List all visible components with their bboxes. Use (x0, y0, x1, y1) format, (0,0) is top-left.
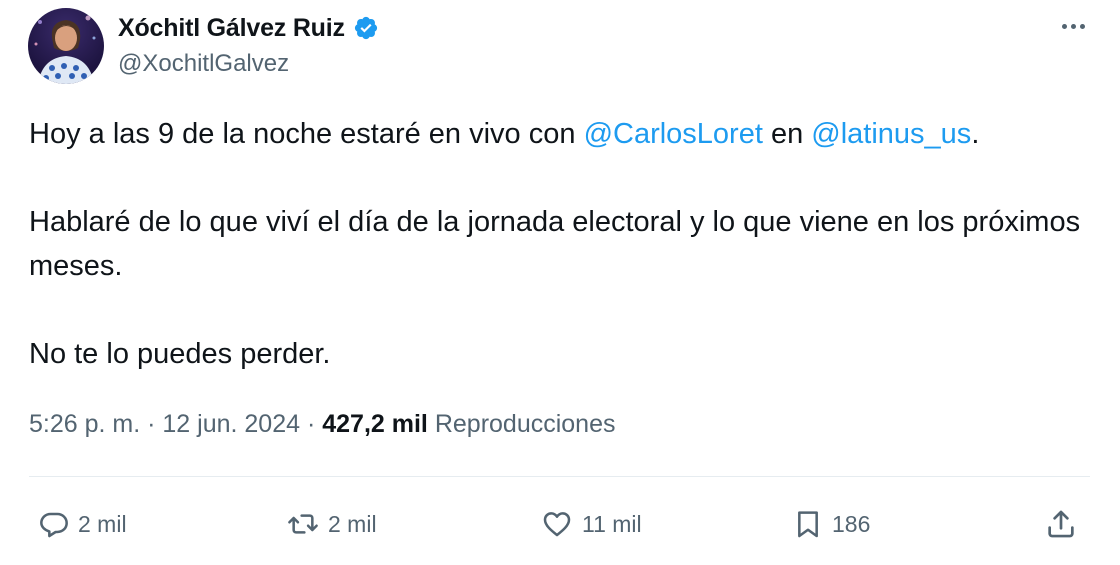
more-dot (1079, 23, 1085, 29)
mention-link-latinus[interactable]: @latinus_us (811, 118, 971, 150)
tweet-text: Hoy a las 9 de la noche estaré en vivo c… (29, 112, 1089, 376)
divider (29, 476, 1090, 477)
views-label[interactable]: Reproducciones (435, 410, 616, 438)
more-dot (1061, 23, 1067, 29)
reply-icon (38, 508, 70, 540)
author-name-row: Xóchitl Gálvez Ruiz (118, 12, 379, 44)
tweet: Xóchitl Gálvez Ruiz @XochitlGalvez Hoy a… (0, 0, 1120, 565)
tweet-paragraph-3: No te lo puedes perder. (29, 338, 331, 370)
tweet-paragraph-1: Hoy a las 9 de la noche estaré en vivo c… (29, 112, 1089, 156)
action-bar: 2 mil 2 mil 11 mil 186 (0, 496, 1120, 552)
tweet-time[interactable]: 5:26 p. m. (29, 410, 140, 438)
bookmark-icon (792, 507, 824, 541)
like-button[interactable]: 11 mil (540, 496, 642, 552)
avatar-image (34, 15, 96, 84)
tweet-text-segment: . (971, 118, 980, 150)
repost-count: 2 mil (328, 510, 377, 537)
like-count: 11 mil (582, 510, 642, 537)
heart-icon (540, 508, 574, 540)
more-options-icon[interactable] (1056, 14, 1090, 38)
views-count[interactable]: 427,2 mil (322, 410, 428, 438)
tweet-date[interactable]: 12 jun. 2024 (162, 410, 300, 438)
repost-icon (286, 508, 320, 540)
share-icon (1044, 507, 1078, 541)
avatar[interactable] (28, 8, 104, 84)
verified-badge-icon (353, 15, 379, 41)
more-dot (1070, 23, 1076, 29)
tweet-text-segment: Hoy a las 9 de la noche estaré en vivo c… (29, 118, 584, 150)
reply-count: 2 mil (78, 510, 127, 537)
tweet-paragraph-2: Hablaré de lo que viví el día de la jorn… (29, 206, 1081, 282)
author-handle[interactable]: @XochitlGalvez (118, 50, 289, 78)
bookmark-count: 186 (832, 510, 871, 537)
bookmark-button[interactable]: 186 (792, 496, 870, 552)
mention-link-carlosloret[interactable]: @CarlosLoret (584, 118, 763, 150)
meta-separator: · (140, 410, 163, 438)
tweet-text-segment: en (762, 118, 812, 150)
tweet-meta: 5:26 p. m. · 12 jun. 2024 · 427,2 mil Re… (29, 410, 616, 439)
repost-button[interactable]: 2 mil (286, 496, 377, 552)
share-button[interactable] (1044, 496, 1078, 552)
author-display-name[interactable]: Xóchitl Gálvez Ruiz (118, 14, 345, 43)
meta-separator: · (300, 410, 323, 438)
reply-button[interactable]: 2 mil (38, 496, 127, 552)
